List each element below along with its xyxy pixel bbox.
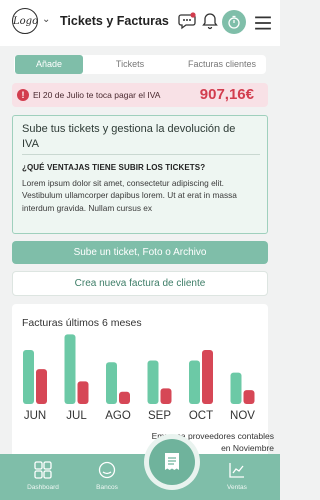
bar-ago-series-1[interactable] <box>106 362 117 404</box>
refresh-button[interactable] <box>222 10 246 34</box>
info-card-subtitle: ¿QUÉ VENTAJAS TIENE SUBIR LOS TICKETS? <box>22 163 206 172</box>
menu-icon[interactable] <box>254 14 272 32</box>
bell-icon[interactable] <box>201 12 219 30</box>
nav-banks-label: Bancos <box>96 484 118 491</box>
bar-sep-series-2[interactable] <box>160 388 172 404</box>
bar-oct-series-2[interactable] <box>202 350 213 404</box>
receipt-icon <box>165 453 179 470</box>
nav-dashboard[interactable]: Dashboard <box>13 454 73 500</box>
tick-label-nov: NOV <box>230 410 255 422</box>
tick-label-oct: OCT <box>189 410 213 422</box>
bar-jul-series-1[interactable] <box>64 334 76 404</box>
dashboard-icon <box>34 461 52 479</box>
tab-facturas-clientes[interactable]: Facturas clientes <box>178 55 266 74</box>
info-card-title: Sube tus tickets y gestiona la devolució… <box>22 123 236 150</box>
info-card-body: Lorem ipsum dolor sit amet, consectetur … <box>22 178 237 213</box>
add-ticket-fab[interactable] <box>149 439 195 485</box>
info-card: Sube tus tickets y gestiona la devolució… <box>12 115 268 234</box>
tick-label-jul: JUL <box>66 410 87 422</box>
bar-jul-series-2[interactable] <box>77 381 89 404</box>
logo[interactable]: Logo <box>12 8 38 34</box>
chevron-down-icon[interactable]: ⌄ <box>42 14 50 25</box>
alert-amount: 907,16€ <box>199 86 254 103</box>
upload-ticket-button[interactable]: Sube un ticket, Foto o Archivo <box>12 241 268 264</box>
sales-icon <box>229 463 244 478</box>
nav-banks[interactable]: Bancos <box>77 454 137 500</box>
bank-icon <box>98 461 116 479</box>
bar-nov-series-2[interactable] <box>243 390 255 404</box>
bar-sep-series-1[interactable] <box>147 360 159 404</box>
bar-oct-series-1[interactable] <box>189 360 200 404</box>
bar-jun-series-2[interactable] <box>36 369 47 404</box>
page-title: Tickets y Facturas <box>60 14 169 28</box>
tab-anade[interactable]: Añade <box>15 55 83 74</box>
chat-icon[interactable] <box>178 12 196 30</box>
divider <box>22 154 260 155</box>
tab-bar: Añade Tickets Facturas clientes <box>14 55 266 74</box>
alert-icon: ! <box>17 89 29 101</box>
tick-label-ago: AGO <box>105 410 131 422</box>
bottom-nav: Dashboard Bancos Ventas <box>0 454 280 500</box>
refresh-icon <box>228 15 240 29</box>
nav-sales-label: Ventas <box>227 484 247 491</box>
new-invoice-button[interactable]: Crea nueva factura de cliente <box>12 271 268 296</box>
bar-ago-series-2[interactable] <box>119 391 130 404</box>
nav-dashboard-label: Dashboard <box>27 484 59 491</box>
bar-nov-series-1[interactable] <box>230 372 242 404</box>
bar-jun-series-1[interactable] <box>23 350 34 404</box>
nav-sales[interactable]: Ventas <box>207 454 267 500</box>
top-bar: Logo ⌄ Tickets y Facturas <box>0 0 280 46</box>
iva-alert[interactable]: ! El 20 de Julio te toca pagar el IVA 90… <box>12 83 268 107</box>
tab-tickets[interactable]: Tickets <box>84 55 176 74</box>
tick-label-jun: JUN <box>24 410 46 422</box>
alert-text: El 20 de Julio te toca pagar el IVA <box>33 90 161 100</box>
tick-label-sep: SEP <box>148 410 171 422</box>
